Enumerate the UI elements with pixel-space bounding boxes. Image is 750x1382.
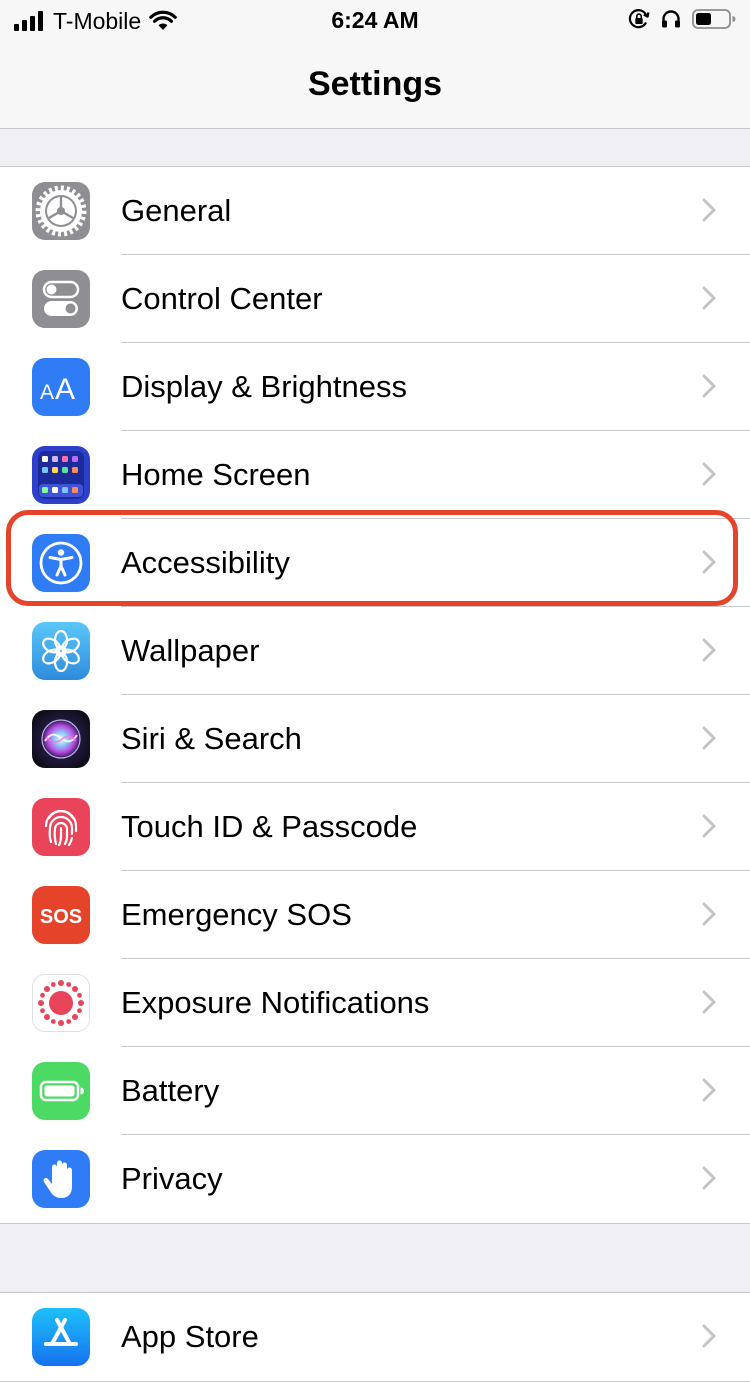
settings-row-battery[interactable]: Battery [0, 1047, 750, 1135]
status-bar: T-Mobile 6:24 AM [0, 0, 750, 40]
settings-row-touch-id-passcode[interactable]: Touch ID & Passcode [0, 783, 750, 871]
hand-icon [32, 1150, 90, 1208]
chevron-right-icon [702, 550, 716, 574]
row-label: Control Center [121, 281, 323, 316]
row-label: Home Screen [121, 457, 311, 492]
chevron-right-icon [702, 814, 716, 838]
settings-row-exposure-notifications[interactable]: Exposure Notifications [0, 959, 750, 1047]
svg-text:A: A [55, 373, 75, 406]
toggles-icon [32, 270, 90, 328]
accessibility-person-icon [32, 534, 90, 592]
battery-app-icon [32, 1062, 90, 1120]
text-size-icon: A A [32, 358, 90, 416]
row-label: Display & Brightness [121, 369, 408, 404]
sos-icon-text: SOS [40, 906, 82, 928]
row-label: Battery [121, 1073, 220, 1108]
row-label: Accessibility [121, 545, 290, 580]
row-label: Wallpaper [121, 633, 260, 668]
row-label: Emergency SOS [121, 897, 352, 932]
settings-row-general[interactable]: General [0, 167, 750, 255]
row-label: App Store [121, 1319, 259, 1354]
chevron-right-icon [702, 198, 716, 222]
settings-row-privacy[interactable]: Privacy [0, 1135, 750, 1223]
page-title: Settings [307, 65, 443, 103]
headphones-icon [662, 10, 680, 28]
battery-icon [692, 9, 736, 29]
chevron-right-icon [702, 726, 716, 750]
chevron-right-icon [702, 286, 716, 310]
chevron-right-icon [702, 902, 716, 926]
chevron-right-icon [702, 1324, 716, 1348]
settings-row-wallpaper[interactable]: Wallpaper [0, 607, 750, 695]
app-store-icon [32, 1308, 90, 1366]
settings-group-2: App Store [0, 1292, 750, 1382]
row-label: Touch ID & Passcode [121, 809, 418, 844]
row-label: General [121, 193, 232, 228]
gear-icon [32, 182, 90, 240]
sos-icon: SOS [32, 886, 90, 944]
chevron-right-icon [702, 1166, 716, 1190]
settings-group-1: General Control Center A A Display & Bri [0, 166, 750, 1224]
settings-row-emergency-sos[interactable]: SOS Emergency SOS [0, 871, 750, 959]
fingerprint-icon [32, 798, 90, 856]
status-right [628, 8, 736, 30]
chevron-right-icon [702, 462, 716, 486]
chevron-right-icon [702, 990, 716, 1014]
navigation-bar: Settings [0, 40, 750, 129]
settings-row-siri-search[interactable]: Siri & Search [0, 695, 750, 783]
flower-icon [32, 622, 90, 680]
svg-text:A: A [40, 381, 54, 404]
settings-row-home-screen[interactable]: Home Screen [0, 431, 750, 519]
row-label: Siri & Search [121, 721, 302, 756]
app-grid-icon [32, 446, 90, 504]
settings-row-app-store[interactable]: App Store [0, 1293, 750, 1381]
chevron-right-icon [702, 1078, 716, 1102]
row-label: Exposure Notifications [121, 985, 430, 1020]
settings-row-control-center[interactable]: Control Center [0, 255, 750, 343]
chevron-right-icon [702, 374, 716, 398]
siri-icon [32, 710, 90, 768]
orientation-lock-icon [628, 9, 650, 29]
settings-row-display-brightness[interactable]: A A Display & Brightness [0, 343, 750, 431]
settings-row-accessibility[interactable]: Accessibility [0, 519, 750, 607]
chevron-right-icon [702, 638, 716, 662]
row-label: Privacy [121, 1161, 223, 1196]
exposure-icon [32, 974, 90, 1032]
